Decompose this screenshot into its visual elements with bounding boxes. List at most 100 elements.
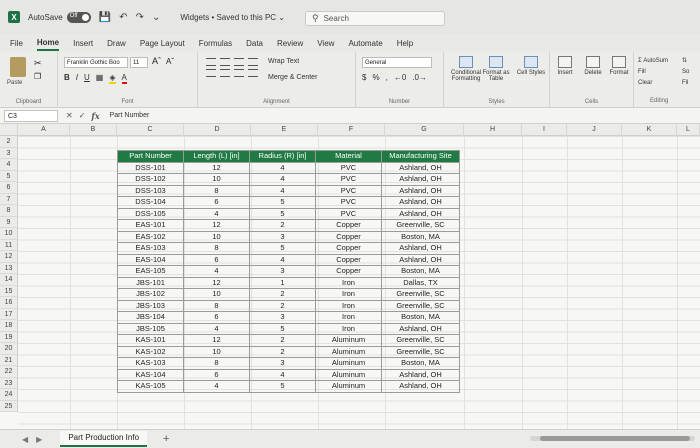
table-cell[interactable]: Copper: [315, 265, 382, 278]
cell-styles-button[interactable]: Cell Styles: [514, 56, 548, 76]
format-as-table-button[interactable]: Format as Table: [478, 56, 514, 82]
table-cell[interactable]: 8: [183, 299, 250, 312]
document-title[interactable]: Widgets • Saved to this PC ⌄: [180, 13, 285, 22]
table-cell[interactable]: 12: [183, 161, 250, 174]
table-cell[interactable]: 3: [249, 265, 316, 278]
table-cell[interactable]: JBS-101: [117, 276, 184, 289]
decrease-font-icon[interactable]: Aˇ: [166, 57, 174, 66]
tab-review[interactable]: Review: [277, 37, 303, 50]
merge-center-button[interactable]: Merge & Center: [268, 74, 317, 81]
table-cell[interactable]: DSS-101: [117, 161, 184, 174]
fill-button[interactable]: Fill: [638, 67, 668, 78]
table-cell[interactable]: EAS-102: [117, 230, 184, 243]
table-cell[interactable]: 10: [183, 173, 250, 186]
tab-formulas[interactable]: Formulas: [199, 37, 232, 50]
indent-icon[interactable]: [248, 69, 258, 77]
clear-button[interactable]: Clear: [638, 78, 668, 89]
tab-file[interactable]: File: [10, 37, 23, 50]
table-cell[interactable]: 4: [249, 368, 316, 381]
font-size-select[interactable]: 11: [130, 57, 148, 68]
undo-icon[interactable]: ↶: [119, 12, 127, 23]
table-cell[interactable]: Ashland, OH: [381, 207, 460, 220]
table-cell[interactable]: Copper: [315, 219, 382, 232]
table-cell[interactable]: 8: [183, 242, 250, 255]
filter-label[interactable]: Fil: [682, 78, 689, 89]
table-header-cell[interactable]: Length (L) [in]: [183, 150, 250, 163]
table-cell[interactable]: JBS-102: [117, 288, 184, 301]
font-color-icon[interactable]: A: [121, 73, 127, 84]
table-cell[interactable]: Ashland, OH: [381, 161, 460, 174]
table-cell[interactable]: Aluminum: [315, 334, 382, 347]
add-sheet-button[interactable]: +: [163, 433, 169, 445]
enter-icon[interactable]: ✓: [79, 111, 86, 121]
table-cell[interactable]: Ashland, OH: [381, 368, 460, 381]
table-header-cell[interactable]: Material: [315, 150, 382, 163]
prev-sheet-icon[interactable]: ◀: [22, 435, 28, 444]
tab-help[interactable]: Help: [397, 37, 413, 50]
table-cell[interactable]: Iron: [315, 299, 382, 312]
table-header-cell[interactable]: Radius (R) [in]: [249, 150, 316, 163]
table-cell[interactable]: 4: [249, 161, 316, 174]
table-cell[interactable]: PVC: [315, 161, 382, 174]
row-header-17[interactable]: 17: [0, 308, 18, 320]
format-cells-button[interactable]: Format: [606, 56, 632, 76]
table-cell[interactable]: 6: [183, 311, 250, 324]
column-header-j[interactable]: J: [567, 124, 622, 136]
column-header-d[interactable]: D: [184, 124, 251, 136]
table-cell[interactable]: 12: [183, 219, 250, 232]
sort-label[interactable]: So: [682, 67, 689, 78]
table-cell[interactable]: Iron: [315, 288, 382, 301]
table-cell[interactable]: Ashland, OH: [381, 242, 460, 255]
table-cell[interactable]: KAS-105: [117, 380, 184, 393]
font-name-select[interactable]: Franklin Gothic Boo: [64, 57, 128, 68]
table-cell[interactable]: 12: [183, 276, 250, 289]
table-cell[interactable]: Iron: [315, 311, 382, 324]
table-cell[interactable]: 5: [249, 207, 316, 220]
column-header-k[interactable]: K: [622, 124, 677, 136]
customize-toolbar-icon[interactable]: ⌄: [152, 12, 160, 23]
table-cell[interactable]: 6: [183, 368, 250, 381]
underline-button[interactable]: U: [84, 73, 90, 84]
tab-home[interactable]: Home: [36, 36, 60, 51]
row-header-19[interactable]: 19: [0, 331, 18, 343]
table-cell[interactable]: PVC: [315, 173, 382, 186]
table-cell[interactable]: 6: [183, 196, 250, 209]
table-cell[interactable]: 4: [183, 207, 250, 220]
table-cell[interactable]: PVC: [315, 207, 382, 220]
align-right-icon[interactable]: [234, 69, 244, 77]
table-cell[interactable]: 1: [249, 276, 316, 289]
scrollbar-thumb[interactable]: [540, 436, 690, 441]
table-cell[interactable]: 10: [183, 345, 250, 358]
table-cell[interactable]: Ashland, OH: [381, 173, 460, 186]
table-cell[interactable]: DSS-104: [117, 196, 184, 209]
tab-data[interactable]: Data: [246, 37, 263, 50]
row-header-22[interactable]: 22: [0, 366, 18, 378]
column-header-a[interactable]: A: [18, 124, 70, 136]
autosave-toggle[interactable]: Off: [66, 11, 91, 23]
table-cell[interactable]: 5: [249, 322, 316, 335]
increase-font-icon[interactable]: Aˆ: [152, 56, 161, 66]
table-cell[interactable]: Iron: [315, 322, 382, 335]
row-header-7[interactable]: 7: [0, 193, 18, 205]
table-cell[interactable]: Greenville, SC: [381, 219, 460, 232]
table-cell[interactable]: Greenville, SC: [381, 345, 460, 358]
tab-insert[interactable]: Insert: [73, 37, 93, 50]
table-cell[interactable]: 2: [249, 334, 316, 347]
table-cell[interactable]: EAS-104: [117, 253, 184, 266]
table-cell[interactable]: Ashland, OH: [381, 322, 460, 335]
column-header-e[interactable]: E: [251, 124, 318, 136]
row-header-12[interactable]: 12: [0, 251, 18, 263]
align-bottom-icon[interactable]: [234, 58, 244, 66]
table-cell[interactable]: Copper: [315, 253, 382, 266]
table-cell[interactable]: 10: [183, 230, 250, 243]
row-header-8[interactable]: 8: [0, 205, 18, 217]
tab-automate[interactable]: Automate: [348, 37, 382, 50]
delete-cells-button[interactable]: Delete: [580, 56, 606, 76]
table-cell[interactable]: KAS-102: [117, 345, 184, 358]
table-cell[interactable]: Ashland, OH: [381, 184, 460, 197]
row-header-18[interactable]: 18: [0, 320, 18, 332]
percent-button[interactable]: %: [372, 73, 379, 82]
align-top-icon[interactable]: [206, 58, 216, 66]
insert-function-icon[interactable]: fx: [91, 111, 99, 121]
spreadsheet-grid[interactable]: ABCDEFGHIJKL 2 3 4 5 6 7 8 9 10 11 12 13 14 15 16 17 18 1…: [0, 124, 700, 429]
